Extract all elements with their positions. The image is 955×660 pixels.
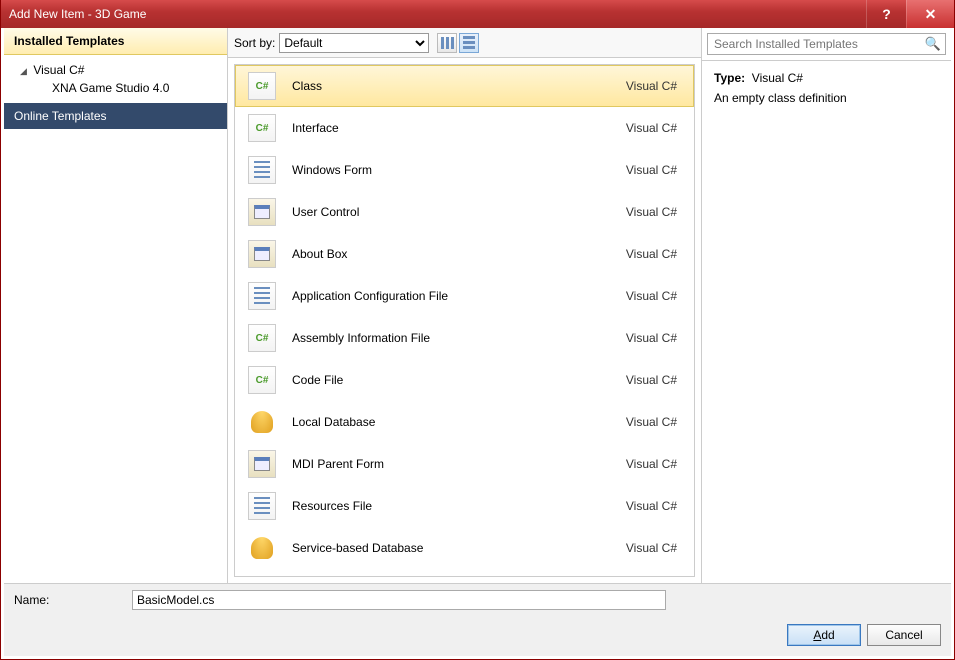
- template-name: Interface: [292, 121, 610, 135]
- titlebar[interactable]: Add New Item - 3D Game ? ✕: [1, 0, 954, 28]
- template-item[interactable]: Interface Visual C#: [235, 107, 694, 149]
- template-item[interactable]: About Box Visual C#: [235, 233, 694, 275]
- add-button[interactable]: Add: [787, 624, 861, 646]
- right-panel: 🔍 Type: Visual C# An empty class definit…: [701, 28, 951, 583]
- template-name: Local Database: [292, 415, 610, 429]
- close-icon: ✕: [925, 6, 937, 23]
- sidebar-tree: ◢ Visual C# XNA Game Studio 4.0: [4, 55, 227, 103]
- template-item[interactable]: Application Configuration File Visual C#: [235, 275, 694, 317]
- template-lang: Visual C#: [626, 415, 681, 429]
- lower-area: Name: Add Cancel: [4, 583, 951, 656]
- type-label: Type:: [714, 71, 745, 85]
- cs-icon: [248, 324, 276, 352]
- template-description: An empty class definition: [714, 91, 939, 105]
- middle-panel: Sort by: Default ClassVisual C#Int: [228, 28, 701, 583]
- search-row: 🔍: [702, 28, 951, 61]
- details-icon: [463, 36, 475, 49]
- template-name: MDI Parent Form: [292, 457, 610, 471]
- template-item[interactable]: Local Database Visual C#: [235, 401, 694, 443]
- view-details-button[interactable]: [459, 33, 479, 53]
- template-name: Application Configuration File: [292, 289, 610, 303]
- template-item[interactable]: Settings FileVisual C#: [235, 569, 694, 577]
- sort-label: Sort by:: [234, 36, 275, 50]
- template-name: Service-based Database: [292, 541, 610, 555]
- template-lang: Visual C#: [626, 163, 681, 177]
- tree-node-xna[interactable]: XNA Game Studio 4.0: [4, 79, 227, 97]
- tree-node-label: XNA Game Studio 4.0: [52, 81, 169, 95]
- name-input[interactable]: [132, 590, 666, 610]
- template-item[interactable]: User Control Visual C#: [235, 191, 694, 233]
- name-row: Name:: [4, 584, 951, 616]
- db-icon: [248, 408, 276, 436]
- template-name: Class: [292, 79, 610, 93]
- titlebar-buttons: ? ✕: [866, 0, 954, 28]
- type-value: Visual C#: [752, 71, 803, 85]
- tree-node-visual-csharp[interactable]: ◢ Visual C#: [4, 61, 227, 79]
- content: Installed Templates ◢ Visual C# XNA Game…: [4, 28, 951, 656]
- template-lang: Visual C#: [626, 79, 681, 93]
- tree-node-label: Visual C#: [33, 63, 84, 77]
- template-name: Windows Form: [292, 163, 610, 177]
- template-lang: Visual C#: [626, 289, 681, 303]
- template-item[interactable]: MDI Parent Form Visual C#: [235, 443, 694, 485]
- template-name: About Box: [292, 247, 610, 261]
- sidebar-online-templates[interactable]: Online Templates: [4, 103, 227, 129]
- file-icon: [248, 492, 276, 520]
- view-large-icons-button[interactable]: [437, 33, 457, 53]
- cs-icon: [248, 72, 276, 100]
- file-icon: [248, 156, 276, 184]
- template-lang: Visual C#: [626, 457, 681, 471]
- close-button[interactable]: ✕: [906, 0, 954, 28]
- add-post: dd: [821, 628, 834, 642]
- help-button[interactable]: ?: [866, 0, 906, 28]
- dialog-window: Add New Item - 3D Game ? ✕ Installed Tem…: [0, 0, 955, 660]
- template-name: Assembly Information File: [292, 331, 610, 345]
- window-title: Add New Item - 3D Game: [9, 7, 146, 21]
- file-icon: [248, 576, 276, 577]
- file-icon: [248, 282, 276, 310]
- form-icon: [248, 198, 276, 226]
- sidebar: Installed Templates ◢ Visual C# XNA Game…: [4, 28, 228, 583]
- form-icon: [248, 450, 276, 478]
- template-name: Resources File: [292, 499, 610, 513]
- view-toggle: [437, 33, 479, 53]
- template-item[interactable]: Service-based Database Visual C#: [235, 527, 694, 569]
- db-icon: [248, 534, 276, 562]
- template-details: Type: Visual C# An empty class definitio…: [702, 61, 951, 115]
- chevron-down-icon: ◢: [20, 66, 30, 77]
- template-name: User Control: [292, 205, 610, 219]
- large-icons-icon: [441, 37, 454, 49]
- template-item[interactable]: Windows Form Visual C#: [235, 149, 694, 191]
- sidebar-header: Installed Templates: [4, 28, 227, 55]
- template-list-wrap: ClassVisual C#InterfaceVisual C#Windows …: [228, 58, 701, 583]
- sort-select[interactable]: Default: [279, 33, 429, 53]
- button-row: Add Cancel: [4, 616, 951, 656]
- search-icon: 🔍: [925, 36, 941, 52]
- template-lang: Visual C#: [626, 331, 681, 345]
- add-mnemonic: A: [813, 628, 821, 642]
- name-label: Name:: [14, 593, 124, 607]
- cs-icon: [248, 366, 276, 394]
- template-item[interactable]: Assembly Information File Visual C#: [235, 317, 694, 359]
- template-lang: Visual C#: [626, 205, 681, 219]
- template-lang: Visual C#: [626, 541, 681, 555]
- sort-bar: Sort by: Default: [228, 28, 701, 58]
- cs-icon: [248, 114, 276, 142]
- form-icon: [248, 240, 276, 268]
- template-list[interactable]: ClassVisual C#InterfaceVisual C#Windows …: [234, 64, 695, 577]
- template-item[interactable]: Class Visual C#: [235, 65, 694, 107]
- template-item[interactable]: Resources File Visual C#: [235, 485, 694, 527]
- search-box[interactable]: 🔍: [707, 33, 946, 55]
- template-lang: Visual C#: [626, 121, 681, 135]
- template-lang: Visual C#: [626, 499, 681, 513]
- template-name: Code File: [292, 373, 610, 387]
- template-lang: Visual C#: [626, 373, 681, 387]
- template-lang: Visual C#: [626, 247, 681, 261]
- upper-area: Installed Templates ◢ Visual C# XNA Game…: [4, 28, 951, 583]
- template-item[interactable]: Code File Visual C#: [235, 359, 694, 401]
- cancel-button[interactable]: Cancel: [867, 624, 941, 646]
- search-input[interactable]: [712, 36, 925, 52]
